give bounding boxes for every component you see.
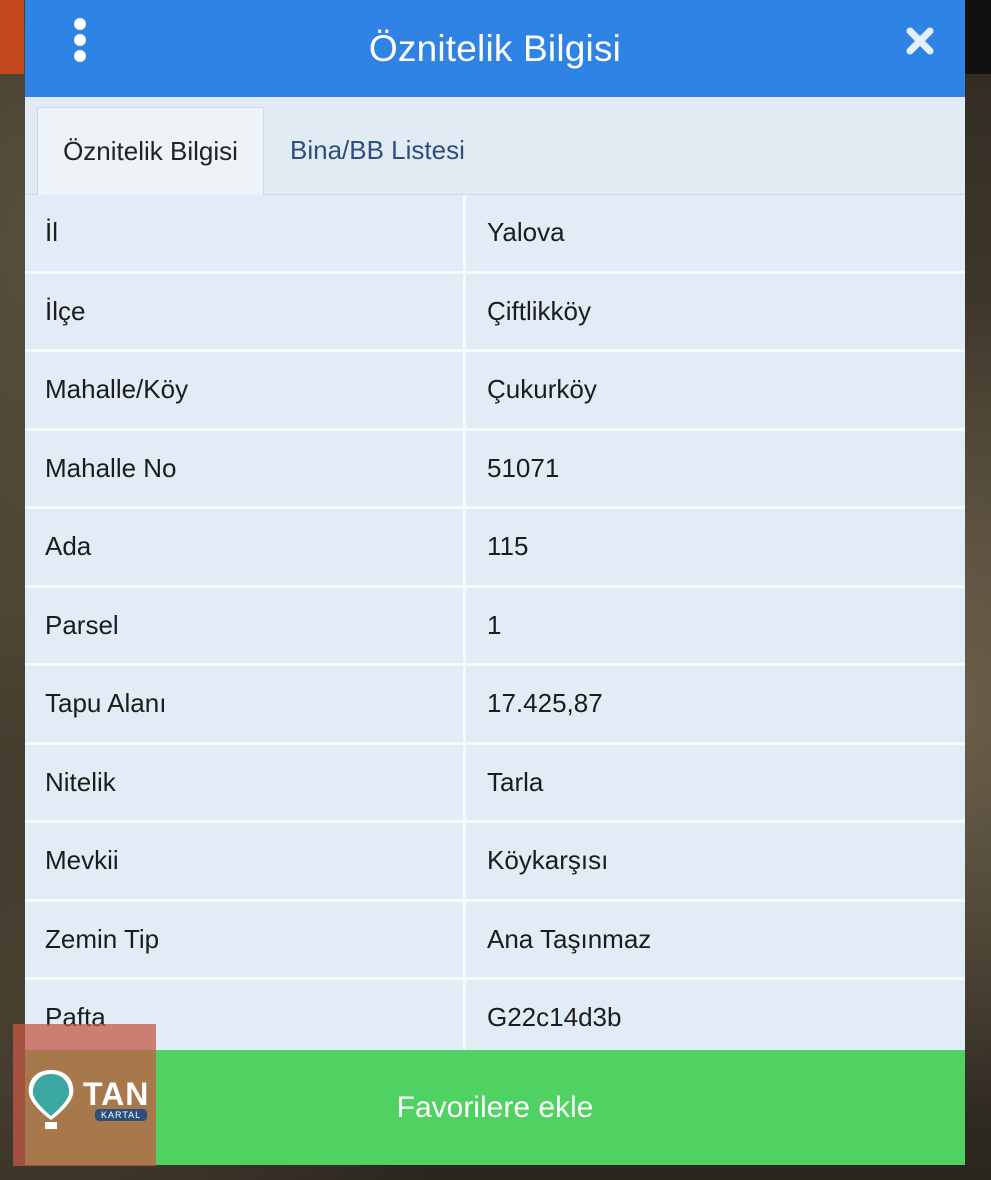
close-icon[interactable] bbox=[905, 26, 935, 56]
logo-name: TAN bbox=[83, 1076, 150, 1112]
attribute-value: 17.425,87 bbox=[466, 666, 965, 742]
table-row: Pafta G22c14d3b bbox=[25, 980, 965, 1059]
attribute-value: Ana Taşınmaz bbox=[466, 901, 965, 977]
attribute-info-dialog: Öznitelik Bilgisi Öznitelik Bilgisi Bina… bbox=[25, 0, 965, 1165]
logo-city: KARTAL bbox=[95, 1109, 148, 1121]
attribute-value: Köykarşısı bbox=[466, 823, 965, 899]
attribute-key: Mahalle/Köy bbox=[25, 352, 466, 428]
attribute-key: Parsel bbox=[25, 587, 466, 663]
attribute-key: İlçe bbox=[25, 273, 466, 349]
table-row: Mahalle/Köy Çukurköy bbox=[25, 352, 965, 431]
attribute-value: G22c14d3b bbox=[466, 980, 965, 1056]
map-edge-strip bbox=[0, 0, 24, 74]
attribute-value: Tarla bbox=[466, 744, 965, 820]
tab-attribute-info[interactable]: Öznitelik Bilgisi bbox=[37, 107, 264, 195]
tab-building-list[interactable]: Bina/BB Listesi bbox=[290, 107, 465, 194]
table-row: Mevkii Köykarşısı bbox=[25, 823, 965, 902]
table-row: Nitelik Tarla bbox=[25, 744, 965, 823]
attribute-value: 51071 bbox=[466, 430, 965, 506]
table-row: İlçe Çiftlikköy bbox=[25, 273, 965, 352]
add-to-favorites-button[interactable]: Favorilere ekle bbox=[25, 1050, 965, 1165]
attribute-key: Mevkii bbox=[25, 823, 466, 899]
dialog-title: Öznitelik Bilgisi bbox=[368, 27, 622, 69]
attribute-value: Çukurköy bbox=[466, 352, 965, 428]
dialog-header: Öznitelik Bilgisi bbox=[25, 0, 965, 97]
attribute-value: 115 bbox=[466, 509, 965, 585]
tab-bar: Öznitelik Bilgisi Bina/BB Listesi bbox=[25, 97, 965, 195]
attribute-key: Mahalle No bbox=[25, 430, 466, 506]
attribute-value: Çiftlikköy bbox=[466, 273, 965, 349]
table-row: İl Yalova bbox=[25, 195, 965, 274]
remax-logo: TAN KARTAL bbox=[13, 1024, 156, 1166]
attribute-table: İl Yalova İlçe Çiftlikköy Mahalle/Köy Çukurkö… bbox=[25, 195, 965, 1059]
table-row: Parsel 1 bbox=[25, 587, 965, 666]
table-row: Ada 115 bbox=[25, 509, 965, 588]
attribute-key: Ada bbox=[25, 509, 466, 585]
attribute-value: Yalova bbox=[466, 195, 965, 271]
attribute-key: Tapu Alanı bbox=[25, 666, 466, 742]
table-row: Tapu Alanı 17.425,87 bbox=[25, 666, 965, 745]
attribute-key: Nitelik bbox=[25, 744, 466, 820]
vertical-dots-icon[interactable] bbox=[73, 18, 87, 62]
table-row: Zemin Tip Ana Taşınmaz bbox=[25, 901, 965, 980]
attribute-key: Zemin Tip bbox=[25, 901, 466, 977]
attribute-key: İl bbox=[25, 195, 466, 271]
balloon-icon bbox=[28, 1070, 74, 1129]
attribute-value: 1 bbox=[466, 587, 965, 663]
table-row: Mahalle No 51071 bbox=[25, 430, 965, 509]
map-edge-dark-strip bbox=[965, 0, 991, 74]
